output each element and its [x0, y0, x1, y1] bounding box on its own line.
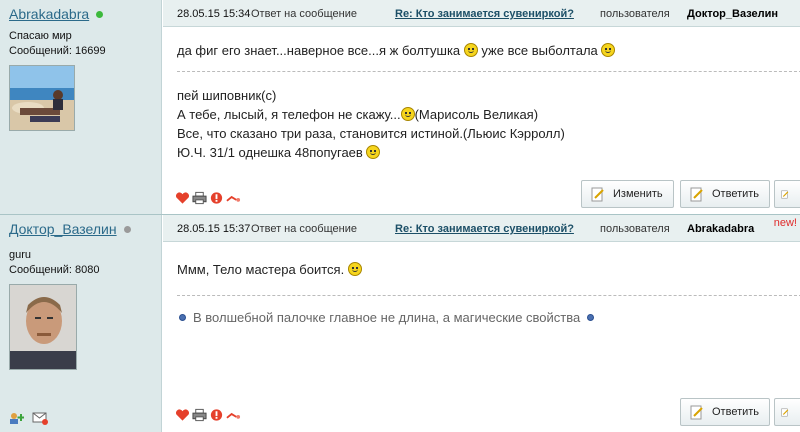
author-actions [8, 411, 48, 425]
more-button[interactable] [774, 180, 800, 208]
bullet-icon [587, 314, 595, 321]
reply-button[interactable]: Ответить [680, 398, 771, 426]
post: Доктор_Вазелин guru Сообщений: 8080 28.0… [0, 215, 800, 432]
print-icon[interactable] [192, 191, 207, 205]
add-contact-icon[interactable] [8, 411, 24, 425]
author-name-link[interactable]: Доктор_Вазелин [9, 221, 117, 237]
author-title: Спасаю мир [9, 30, 72, 42]
post-actions-icons [175, 408, 241, 422]
post-body: да фиг его знает...наверное все...я ж бо… [163, 27, 800, 215]
report-icon[interactable] [209, 408, 224, 422]
print-icon[interactable] [192, 408, 207, 422]
more-button[interactable] [774, 398, 800, 426]
post-header: 28.05.15 15:34 Ответ на сообщение Re: Кт… [163, 0, 800, 27]
reply-button[interactable]: Ответить [680, 180, 771, 208]
post-body: Ммм, Тело мастера боится. В волшебной па… [163, 242, 800, 432]
reply-prefix: Ответ на сообщение [251, 223, 357, 235]
avatar[interactable] [9, 65, 75, 131]
reply-user[interactable]: Abrakadabra [687, 223, 754, 235]
message-line: да фиг его знает...наверное все...я ж бо… [177, 43, 616, 58]
author-panel: Доктор_Вазелин guru Сообщений: 8080 [0, 215, 162, 432]
post-actions-icons [175, 191, 241, 205]
reply-user-prefix: пользователя [600, 8, 670, 20]
message-line: Ммм, Тело мастера боится. [177, 262, 362, 277]
topic-link[interactable]: Re: Кто занимается сувениркой? [395, 223, 574, 235]
post-date: 28.05.15 15:37 [177, 223, 251, 235]
edit-icon [591, 187, 604, 201]
document-icon [781, 408, 789, 416]
reply-button-label: Ответить [712, 406, 760, 418]
signature-text: В волшебной палочке главное не длина, а … [193, 310, 581, 325]
avatar[interactable] [9, 284, 77, 370]
topic-link[interactable]: Re: Кто занимается сувениркой? [395, 8, 574, 20]
offline-status-icon [123, 226, 131, 233]
signature-text: Ю.Ч. 31/1 однешка 48попугаев [177, 145, 363, 160]
online-status-icon [96, 11, 104, 18]
report-icon[interactable] [209, 191, 224, 205]
new-badge: new! [773, 217, 797, 229]
mail-icon[interactable] [32, 411, 48, 425]
edit-button[interactable]: Изменить [581, 180, 674, 208]
post: Abrakadabra Спасаю мир Сообщений: 16699 … [0, 0, 800, 215]
author-name-link[interactable]: Abrakadabra [9, 6, 89, 22]
signature-text: А тебе, лысый, я телефон не скажу... [177, 107, 401, 122]
message-text: уже все выболтала [481, 43, 598, 58]
smiley-icon [463, 43, 478, 57]
reply-user-prefix: пользователя [600, 223, 670, 235]
signature-divider [177, 71, 800, 72]
signature-line: В волшебной палочке главное не длина, а … [179, 310, 595, 325]
beach-photo-icon [10, 66, 74, 130]
message-text: Ммм, Тело мастера боится. [177, 262, 345, 277]
author-post-count: Сообщений: 8080 [9, 264, 100, 276]
bullet-icon [179, 314, 186, 321]
edit-button-label: Изменить [613, 188, 663, 200]
reply-button-label: Ответить [712, 188, 760, 200]
author-panel: Abrakadabra Спасаю мир Сообщений: 16699 [0, 0, 162, 215]
author-post-count: Сообщений: 16699 [9, 45, 106, 57]
reply-icon [690, 405, 703, 419]
post-header: 28.05.15 15:37 Ответ на сообщение Re: Кт… [163, 215, 800, 242]
signature-line: Все, что сказано три раза, становится ис… [177, 126, 565, 141]
smiley-icon [347, 262, 362, 276]
smiley-icon [400, 107, 415, 121]
reply-icon [690, 187, 703, 201]
signature-divider [177, 295, 800, 296]
smiley-icon [601, 43, 616, 57]
message-text: да фиг его знает...наверное все...я ж бо… [177, 43, 461, 58]
author-title: guru [9, 249, 32, 261]
smiley-icon [366, 145, 381, 159]
heart-icon[interactable] [175, 408, 190, 422]
signature-line: А тебе, лысый, я телефон не скажу... (Мар… [177, 107, 538, 122]
reply-user[interactable]: Доктор_Вазелин [687, 8, 778, 20]
reply-prefix: Ответ на сообщение [251, 8, 357, 20]
portrait-photo-icon [10, 285, 76, 369]
signature-line: Ю.Ч. 31/1 однешка 48попугаев [177, 145, 381, 160]
quote-icon[interactable] [226, 191, 241, 205]
post-date: 28.05.15 15:34 [177, 8, 251, 20]
quote-icon[interactable] [226, 408, 241, 422]
signature-line: пей шиповник(с) [177, 88, 277, 103]
document-icon [781, 190, 789, 198]
heart-icon[interactable] [175, 191, 190, 205]
signature-text: (Марисоль Великая) [414, 107, 539, 122]
